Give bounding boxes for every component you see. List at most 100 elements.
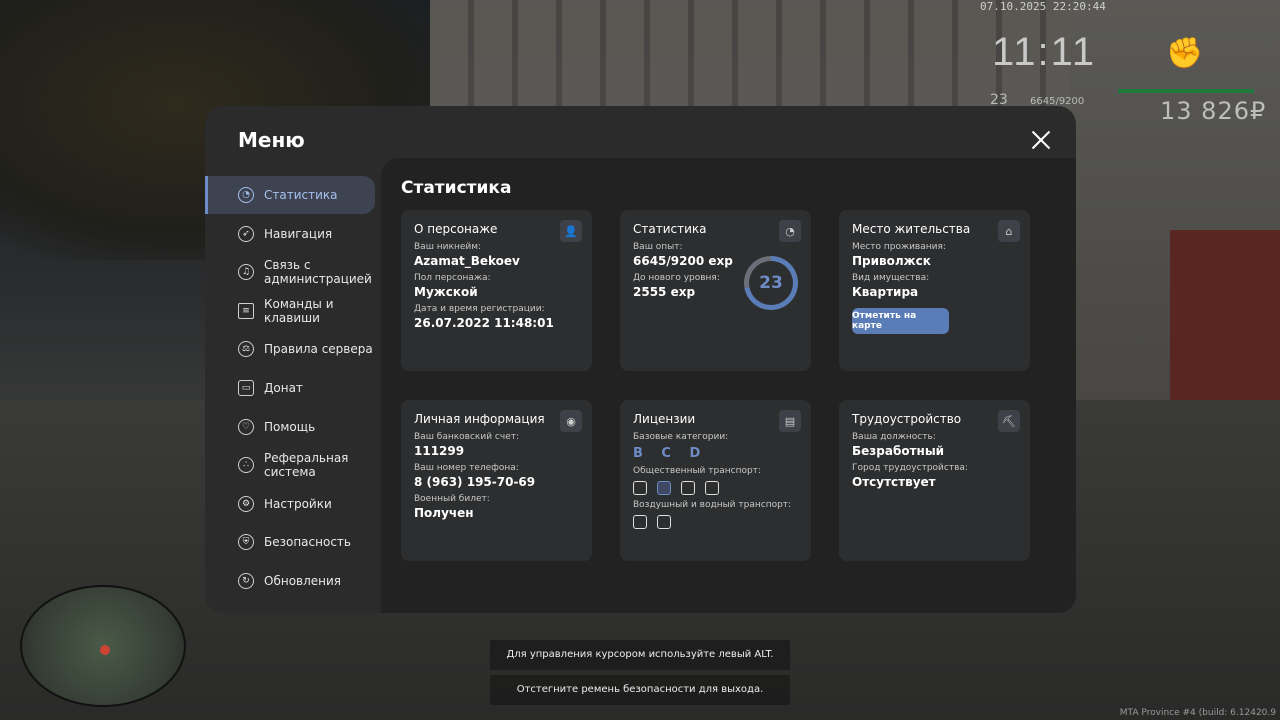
sidebar-item-donate[interactable]: ▭ Донат [205, 369, 381, 407]
exp-label: Ваш опыт: [633, 242, 683, 252]
user-icon: 👤 [560, 220, 582, 242]
minimap [20, 585, 186, 707]
military-label: Военный билет: [414, 494, 490, 504]
position-value: Безработный [852, 444, 945, 458]
level-value: 23 [749, 261, 793, 305]
sidebar-item-admin-contact[interactable]: ♫ Связь с администрацией [205, 253, 381, 291]
card-title: Личная информация [414, 412, 545, 426]
reg-value: 26.07.2022 11:48:01 [414, 316, 554, 330]
sidebar-item-label: Команды и клавиши [264, 296, 334, 325]
job-city-label: Город трудоустройства: [852, 463, 968, 473]
sidebar-item-referral[interactable]: ∴ Реферальная система [205, 446, 381, 484]
sidebar-item-commands[interactable]: ≡ Команды и клавиши [205, 292, 381, 330]
nick-value: Azamat_Bekoev [414, 254, 520, 268]
scales-icon: ⚖ [238, 341, 254, 358]
card-stats: Статистика ◔ Ваш опыт: 6645/9200 exp До … [620, 210, 811, 371]
fist-icon: ✊ [1166, 36, 1204, 71]
train-icon [705, 481, 719, 495]
sidebar-item-rules[interactable]: ⚖ Правила сервера [205, 330, 381, 368]
card-residence: Место жительства ⌂ Место проживания: При… [839, 210, 1030, 371]
place-value: Приволжск [852, 254, 931, 268]
sidebar-item-help[interactable]: ♡ Помощь [205, 408, 381, 446]
background-building [430, 0, 1070, 120]
sidebar-item-navigation[interactable]: ➶ Навигация [205, 215, 381, 253]
close-icon[interactable] [1028, 128, 1054, 154]
card-personal: Личная информация ◉ Ваш банковский счет:… [401, 400, 592, 561]
home-icon: ⌂ [998, 220, 1020, 242]
page-title: Статистика [401, 178, 512, 198]
menu-title: Меню [238, 128, 305, 152]
card-character: О персонаже 👤 Ваш никнейм: Azamat_Bekoev… [401, 210, 592, 371]
chart-pie-icon: ◔ [779, 220, 801, 242]
nick-label: Ваш никнейм: [414, 242, 482, 252]
user-circle-icon: ◉ [560, 410, 582, 432]
background-garage-door [1170, 230, 1280, 400]
sidebar-item-label: Донат [264, 380, 303, 395]
plane-icon [633, 515, 647, 529]
card-title: Лицензии [633, 412, 696, 426]
sidebar-item-label: Связь с администрацией [264, 258, 372, 287]
gender-label: Пол персонажа: [414, 273, 491, 283]
sidebar-item-statistics[interactable]: ◔ Статистика [205, 176, 375, 214]
chart-pie-icon: ◔ [238, 187, 254, 203]
gender-value: Мужской [414, 285, 478, 299]
basic-categories-label: Базовые категории: [633, 432, 729, 442]
hud-money: 13 826₽ [1160, 97, 1267, 125]
sidebar-item-label: Навигация [264, 226, 333, 241]
sidebar-item-security[interactable]: ⛨ Безопасность [205, 523, 381, 561]
pickaxe-icon: ⛏ [998, 410, 1020, 432]
sidebar-item-label: Помощь [264, 419, 316, 434]
card-job: Трудоустройство ⛏ Ваша должность: Безраб… [839, 400, 1030, 561]
phone-label: Ваш номер телефона: [414, 463, 519, 473]
hud-clock: 11:11 [992, 30, 1097, 74]
sidebar: ◔ Статистика ➶ Навигация ♫ Связь с админист… [205, 176, 381, 601]
wallet-icon: ▭ [238, 379, 254, 396]
shield-icon: ⛨ [238, 534, 254, 551]
air-water-transport-label: Воздушный и водный транспорт: [633, 500, 792, 510]
property-type-label: Вид имущества: [852, 273, 930, 283]
bank-label: Ваш банковский счет: [414, 432, 520, 442]
sidebar-item-label: Реферальная система [264, 451, 349, 480]
basic-categories-value: B C D [633, 446, 708, 461]
sidebar-item-settings[interactable]: ⚙ Настройки [205, 485, 381, 523]
tram-icon [681, 481, 695, 495]
sidebar-item-label: Настройки [264, 496, 332, 511]
compass-icon: ➶ [238, 225, 254, 242]
public-transport-icons [633, 481, 798, 495]
gear-icon: ⚙ [238, 495, 254, 512]
mark-on-map-button[interactable]: Отметить на карте [852, 308, 949, 334]
id-card-icon: ▤ [779, 410, 801, 432]
player-marker-icon [100, 645, 110, 655]
headset-icon: ♫ [238, 264, 254, 281]
refresh-icon: ↻ [238, 572, 254, 589]
build-info: MTA Province #4 (build: 6.12420.9 [1119, 708, 1276, 718]
card-title: О персонаже [414, 222, 498, 236]
card-title: Место жительства [852, 222, 971, 236]
sidebar-item-label: Безопасность [264, 535, 351, 550]
place-label: Место проживания: [852, 242, 946, 252]
public-transport-label: Общественный транспорт: [633, 466, 761, 476]
military-value: Получен [414, 506, 474, 520]
phone-value: 8 (963) 195-70-69 [414, 475, 536, 489]
content-panel: Статистика О персонаже 👤 Ваш никнейм: Az… [381, 158, 1076, 613]
network-icon: ∴ [238, 457, 254, 474]
level-progress-ring: 23 [744, 256, 798, 310]
heart-hand-icon: ♡ [238, 418, 254, 435]
boat-icon [657, 515, 671, 529]
card-title: Статистика [633, 222, 707, 236]
job-city-value: Отсутствует [852, 475, 936, 489]
hint-exit: Отстегните ремень безопасности для выход… [490, 675, 790, 705]
position-label: Ваша должность: [852, 432, 936, 442]
bus-icon [633, 481, 647, 495]
sidebar-item-label: Правила сервера [264, 342, 373, 357]
sidebar-item-updates[interactable]: ↻ Обновления [205, 562, 381, 600]
card-title: Трудоустройство [852, 412, 962, 426]
hint-cursor: Для управления курсором используйте левы… [490, 640, 790, 670]
bank-value: 111299 [414, 444, 465, 458]
sidebar-item-label: Статистика [264, 188, 338, 202]
hud-datetime: 07.10.2025 22:20:44 [980, 0, 1106, 13]
sidebar-item-label: Обновления [264, 573, 342, 588]
reg-label: Дата и время регистрации: [414, 304, 545, 314]
hud-health-bar [1118, 89, 1254, 93]
trolleybus-icon [657, 481, 671, 495]
